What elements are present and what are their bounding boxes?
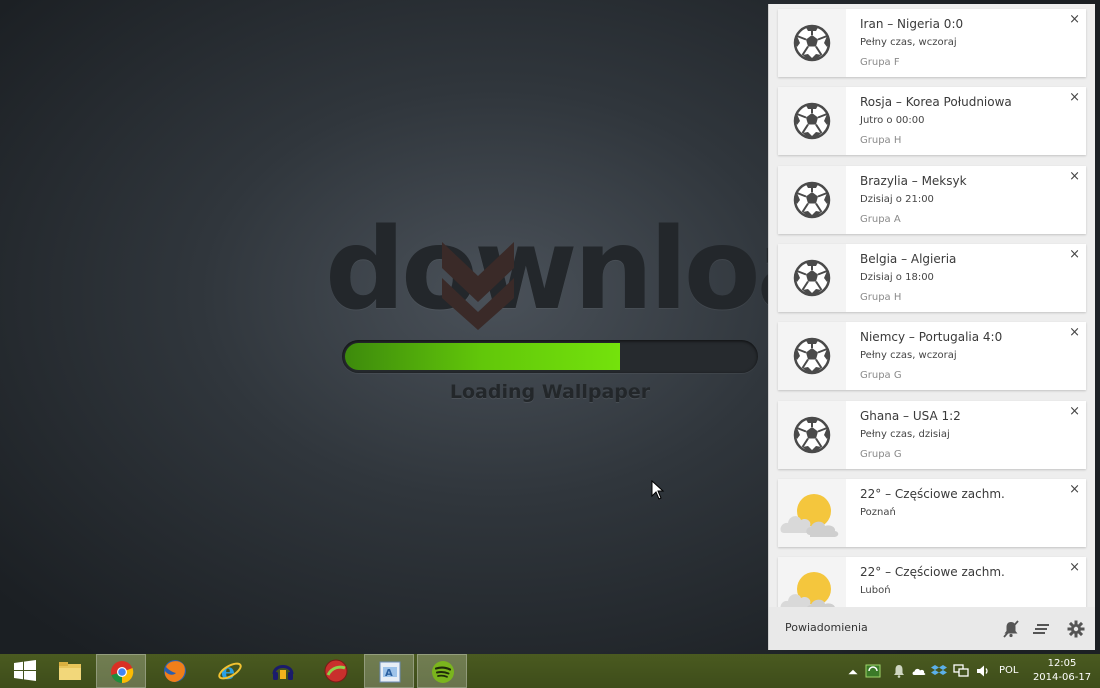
taskbar-audio-app[interactable] — [258, 654, 308, 688]
notification-close-button[interactable]: × — [1069, 325, 1080, 341]
notification-icon-box — [778, 400, 846, 469]
notification-center-footer: Powiadomienia — [769, 607, 1095, 650]
clock-time: 12:05 — [1047, 658, 1077, 669]
wallpaper-progress-bar — [342, 340, 758, 373]
svg-text:e: e — [221, 659, 235, 684]
notification-title: Rosja – Korea Południowa — [860, 95, 1012, 110]
notification-icon-box — [778, 322, 846, 391]
clear-all-icon[interactable] — [1031, 618, 1053, 640]
mute-bell-icon[interactable] — [1000, 618, 1022, 640]
partly-cloudy-icon — [780, 493, 839, 537]
notification-close-button[interactable]: × — [1069, 169, 1080, 185]
notification-title: 22° – Częściowe zachm. — [860, 565, 1005, 580]
notification-group: Grupa H — [860, 135, 902, 147]
windows-logo-icon — [14, 660, 36, 681]
ie-icon: e — [218, 659, 242, 684]
round-app-icon — [324, 659, 348, 683]
show-hidden-icons-icon[interactable] — [845, 664, 861, 680]
soccer-ball-icon — [793, 24, 831, 62]
notification-center-title: Powiadomienia — [785, 621, 868, 634]
taskbar-paint-app[interactable]: A — [364, 654, 414, 688]
taskbar-spotify[interactable] — [417, 654, 467, 688]
notification-icon-box — [778, 243, 846, 312]
notification-icon-box — [778, 9, 846, 77]
notification-card[interactable]: Belgia – Algieria Dzisiaj o 18:00 Grupa … — [778, 243, 1086, 312]
notification-detail: Dzisiaj o 18:00 — [860, 271, 934, 283]
taskbar-internet-explorer[interactable]: e — [205, 654, 255, 688]
notification-icon-box — [778, 87, 846, 156]
wallpaper-logo-text: download — [325, 205, 908, 335]
headphones-icon — [272, 665, 294, 680]
notification-list[interactable]: Iran – Nigeria 0:0 Pełny czas, wczoraj G… — [769, 4, 1095, 607]
taskbar-file-explorer[interactable] — [45, 654, 95, 688]
partly-cloudy-icon — [780, 572, 835, 607]
notification-close-button[interactable]: × — [1069, 90, 1080, 106]
spotify-icon — [432, 661, 454, 683]
svg-text:A: A — [385, 668, 393, 679]
volume-speaker-icon[interactable] — [975, 663, 991, 679]
onedrive-cloud-icon[interactable] — [911, 663, 927, 679]
wallpaper-progress-fill — [345, 343, 620, 370]
notification-detail: Pełny czas, wczoraj — [860, 350, 957, 362]
notification-group: Grupa A — [860, 213, 901, 225]
notification-card[interactable]: Niemcy – Portugalia 4:0 Pełny czas, wczo… — [778, 322, 1086, 391]
notification-detail: Luboń — [860, 585, 891, 597]
notification-title: Brazylia – Meksyk — [860, 173, 967, 188]
notification-detail: Dzisiaj o 21:00 — [860, 193, 934, 205]
taskbar-clock[interactable]: 12:05 2014-06-17 — [1030, 657, 1094, 685]
notification-card[interactable]: Brazylia – Meksyk Dzisiaj o 21:00 Grupa … — [778, 165, 1086, 234]
notification-close-button[interactable]: × — [1069, 12, 1080, 28]
taskbar: e A POL 12:05 2014-06-17 — [0, 654, 1100, 688]
notification-detail: Pełny czas, dzisiaj — [860, 428, 950, 440]
notification-title: Niemcy – Portugalia 4:0 — [860, 330, 1003, 345]
notification-card[interactable]: 22° – Częściowe zachm. Poznań × — [778, 478, 1086, 547]
notification-group: Grupa G — [860, 370, 902, 382]
soccer-ball-icon — [793, 259, 831, 297]
start-button[interactable] — [0, 654, 50, 688]
notification-group: Grupa G — [860, 448, 902, 460]
notification-title: 22° – Częściowe zachm. — [860, 486, 1005, 501]
paint-icon: A — [379, 661, 401, 683]
notification-center-panel: Iran – Nigeria 0:0 Pełny czas, wczoraj G… — [768, 4, 1095, 650]
input-language-indicator[interactable]: POL — [999, 665, 1018, 676]
download-chevron-icon — [442, 242, 514, 330]
notification-icon-box — [778, 478, 846, 547]
notification-card[interactable]: 22° – Częściowe zachm. Luboń × — [778, 557, 1086, 607]
notification-detail: Poznań — [860, 506, 896, 518]
mouse-cursor-icon — [651, 480, 665, 500]
wallpaper-caption: Loading Wallpaper — [449, 381, 651, 403]
network-icon[interactable] — [953, 663, 969, 679]
taskbar-round-app[interactable] — [311, 654, 361, 688]
taskbar-chrome[interactable] — [96, 654, 146, 688]
soccer-ball-icon — [793, 181, 831, 218]
settings-gear-icon[interactable] — [1065, 618, 1087, 640]
notification-group: Grupa H — [860, 291, 902, 303]
notification-title: Ghana – USA 1:2 — [860, 408, 961, 423]
notification-close-button[interactable]: × — [1069, 482, 1080, 498]
notifications-bell-icon[interactable] — [891, 663, 907, 679]
notification-group: Grupa F — [860, 57, 900, 68]
chrome-icon — [111, 661, 134, 684]
notification-detail: Pełny czas, wczoraj — [860, 37, 957, 48]
notification-close-button[interactable]: × — [1069, 404, 1080, 420]
notification-close-button[interactable]: × — [1069, 560, 1080, 576]
notification-card[interactable]: Ghana – USA 1:2 Pełny czas, dzisiaj Grup… — [778, 400, 1086, 469]
notification-title: Iran – Nigeria 0:0 — [860, 17, 964, 31]
notification-close-button[interactable]: × — [1069, 247, 1080, 263]
firefox-icon — [164, 660, 186, 682]
notification-detail: Jutro o 00:00 — [860, 115, 925, 127]
notification-card[interactable]: Rosja – Korea Południowa Jutro o 00:00 G… — [778, 87, 1086, 156]
taskbar-firefox[interactable] — [150, 654, 200, 688]
clock-date: 2014-06-17 — [1032, 672, 1092, 683]
soccer-ball-icon — [793, 416, 831, 453]
folder-icon — [59, 662, 81, 680]
notification-icon-box — [778, 165, 846, 234]
notification-icon-box — [778, 557, 846, 607]
sync-app-icon[interactable] — [865, 663, 881, 679]
dropbox-icon[interactable] — [931, 663, 947, 679]
notification-card[interactable]: Iran – Nigeria 0:0 Pełny czas, wczoraj G… — [778, 9, 1086, 77]
soccer-ball-icon — [793, 337, 831, 375]
notification-title: Belgia – Algieria — [860, 251, 957, 266]
soccer-ball-icon — [793, 103, 831, 140]
